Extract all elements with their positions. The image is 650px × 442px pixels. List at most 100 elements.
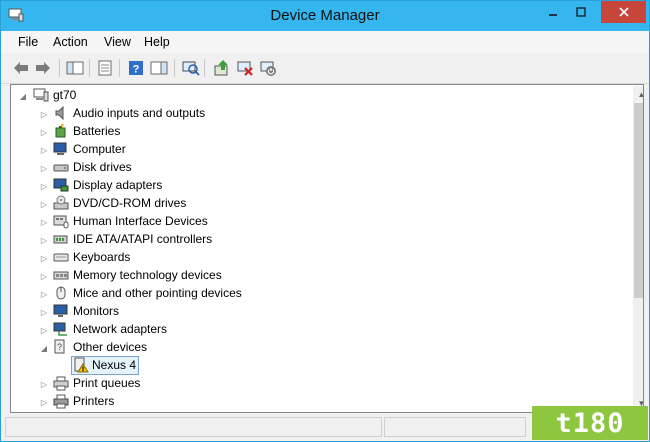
uninstall-device-button[interactable]	[235, 58, 255, 78]
toolbar-separator	[204, 59, 205, 77]
close-icon	[618, 7, 629, 17]
speaker-icon	[55, 105, 64, 121]
computer-root-icon	[33, 88, 49, 102]
menu-help[interactable]: Help	[144, 35, 170, 49]
dvd-drive-icon	[53, 195, 69, 210]
collapse-arrow-icon[interactable]: ◢	[39, 343, 49, 353]
print-queue-icon	[53, 376, 69, 391]
expand-arrow-icon[interactable]: ▷	[39, 271, 49, 281]
toolbar: ?	[1, 53, 649, 84]
expand-arrow-icon[interactable]: ▷	[39, 379, 49, 389]
battery-icon	[55, 124, 66, 138]
expand-arrow-icon[interactable]: ▷	[39, 325, 49, 335]
root-node-label[interactable]: gt70	[53, 88, 76, 102]
category-audio-inputs[interactable]: Audio inputs and outputs	[73, 106, 205, 120]
expand-arrow-icon[interactable]: ▷	[39, 289, 49, 299]
menu-file[interactable]: File	[18, 35, 38, 49]
mouse-icon	[56, 286, 66, 300]
display-adapter-icon	[53, 178, 69, 192]
ide-controller-icon	[53, 235, 68, 244]
category-computer[interactable]: Computer	[73, 142, 126, 156]
category-mice[interactable]: Mice and other pointing devices	[73, 286, 242, 300]
vertical-scrollbar[interactable]: ▲ ▼	[633, 86, 643, 411]
category-network-adapters[interactable]: Network adapters	[73, 322, 167, 336]
update-driver-button[interactable]	[212, 58, 232, 78]
close-button[interactable]	[601, 1, 646, 23]
expand-arrow-icon[interactable]: ▷	[39, 145, 49, 155]
toolbar-separator	[119, 59, 120, 77]
scroll-up-arrow-icon[interactable]: ▲	[633, 86, 643, 102]
keyboard-icon	[53, 253, 69, 262]
scan-hardware-icon	[182, 61, 200, 76]
category-batteries[interactable]: Batteries	[73, 124, 120, 138]
properties-icon	[98, 60, 112, 76]
toolbar-separator	[89, 59, 90, 77]
uninstall-device-icon	[237, 61, 253, 76]
device-nexus-4[interactable]: Nexus 4	[92, 358, 136, 372]
minimize-button[interactable]	[539, 1, 567, 23]
menu-bar: File Action View Help	[1, 31, 649, 53]
toolbar-separator	[59, 59, 60, 77]
hid-icon	[53, 215, 69, 229]
memory-device-icon	[53, 271, 69, 280]
svg-text:?: ?	[57, 342, 62, 352]
menu-action[interactable]: Action	[53, 35, 88, 49]
help-icon: ?	[129, 61, 143, 76]
category-keyboards[interactable]: Keyboards	[73, 250, 130, 264]
help-button[interactable]: ?	[126, 58, 146, 78]
minimize-icon	[549, 14, 557, 16]
category-hid[interactable]: Human Interface Devices	[73, 214, 208, 228]
expand-arrow-icon[interactable]: ▷	[39, 253, 49, 263]
forward-button[interactable]	[33, 58, 53, 78]
console-tree-icon	[66, 61, 84, 75]
category-dvd-drives[interactable]: DVD/CD-ROM drives	[73, 196, 186, 210]
expand-arrow-icon[interactable]: ▷	[39, 109, 49, 119]
computer-icon	[53, 142, 67, 155]
expand-arrow-icon[interactable]: ▷	[39, 397, 49, 407]
expand-arrow-icon[interactable]: ▷	[39, 217, 49, 227]
category-memory-technology[interactable]: Memory technology devices	[73, 268, 222, 282]
properties-button[interactable]	[95, 58, 115, 78]
category-printers[interactable]: Printers	[73, 394, 114, 408]
category-ide-controllers[interactable]: IDE ATA/ATAPI controllers	[73, 232, 212, 246]
enable-device-icon	[260, 61, 276, 76]
maximize-icon	[576, 7, 586, 17]
category-display-adapters[interactable]: Display adapters	[73, 178, 162, 192]
action-pane-button[interactable]	[149, 58, 169, 78]
back-button[interactable]	[11, 58, 31, 78]
collapse-root-arrow-icon[interactable]: ◢	[18, 91, 28, 101]
show-hide-console-tree-button[interactable]	[65, 58, 85, 78]
disk-drive-icon	[53, 164, 69, 172]
status-panel	[5, 417, 382, 437]
enable-device-button[interactable]	[258, 58, 278, 78]
title-bar[interactable]: Device Manager	[1, 1, 649, 31]
device-tree[interactable]: ◢ gt70 ▷ Audio inputs and outputs ▷ Batt…	[10, 84, 644, 413]
watermark-logo: t180	[532, 406, 648, 440]
scrollbar-thumb[interactable]	[634, 103, 643, 298]
expand-arrow-icon[interactable]: ▷	[39, 235, 49, 245]
expand-arrow-icon[interactable]: ▷	[39, 307, 49, 317]
printer-icon	[53, 394, 69, 409]
forward-arrow-icon	[36, 62, 50, 74]
category-disk-drives[interactable]: Disk drives	[73, 160, 132, 174]
status-panel	[384, 417, 526, 437]
device-manager-window: Device Manager File Action View Help ? ◢…	[0, 0, 650, 442]
other-devices-icon: ?	[54, 339, 65, 354]
menu-view[interactable]: View	[104, 35, 131, 49]
monitor-icon	[53, 304, 68, 317]
expand-arrow-icon[interactable]: ▷	[39, 199, 49, 209]
update-driver-icon	[214, 60, 228, 76]
toolbar-separator	[174, 59, 175, 77]
network-adapter-icon	[53, 322, 67, 336]
expand-arrow-icon[interactable]: ▷	[39, 163, 49, 173]
scan-hardware-button[interactable]	[181, 58, 201, 78]
expand-arrow-icon[interactable]: ▷	[39, 127, 49, 137]
category-other-devices[interactable]: Other devices	[73, 340, 147, 354]
maximize-button[interactable]	[567, 1, 595, 23]
action-pane-icon	[150, 61, 168, 75]
category-monitors[interactable]: Monitors	[73, 304, 119, 318]
back-arrow-icon	[14, 62, 28, 74]
svg-text:?: ?	[133, 64, 140, 76]
category-print-queues[interactable]: Print queues	[73, 376, 140, 390]
expand-arrow-icon[interactable]: ▷	[39, 181, 49, 191]
